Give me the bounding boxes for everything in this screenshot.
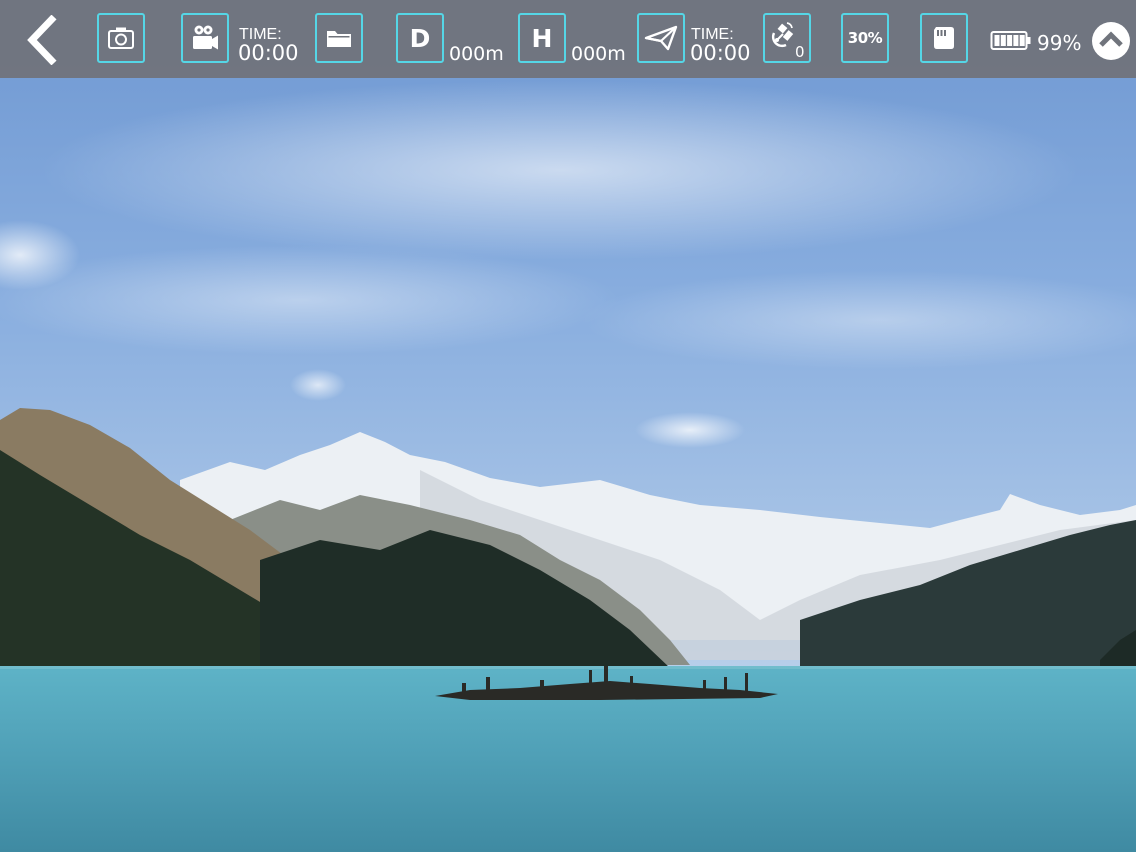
chevron-up-circle-icon [1092,22,1130,60]
zoom-level-button[interactable]: 30% [841,13,889,63]
sd-card-button[interactable] [920,13,968,63]
camera-feed [0,0,1136,852]
battery-cell [1000,35,1006,46]
height-button[interactable]: H [518,13,566,63]
record-time-value: 00:00 [238,41,299,65]
height-value: 000m [571,43,626,65]
distance-button[interactable]: D [396,13,444,63]
flight-mode-button[interactable] [637,13,685,63]
distance-value: 000m [449,43,504,65]
top-toolbar: TIME: 00:00 D 000m H 000m TIME: 00:00 0 … [0,0,1136,78]
sd-card-icon [934,27,954,49]
satellite-count: 0 [795,43,805,61]
height-label: H [531,23,553,53]
distance-label: D [409,23,431,53]
battery-percent: 99% [1037,31,1082,55]
photo-button[interactable] [97,13,145,63]
battery-cell [1013,35,1019,46]
battery-status: 99% [990,28,1085,58]
battery-cell [1007,35,1013,46]
flight-time-value: 00:00 [690,41,751,65]
battery-cell [1019,35,1025,46]
media-library-button[interactable] [315,13,363,63]
video-camera-icon [193,25,218,50]
folder-icon [327,31,351,47]
paper-plane-icon [644,25,678,51]
satellite-status-button[interactable]: 0 [763,13,811,63]
collapse-toolbar-button[interactable] [1091,21,1131,61]
video-record-button[interactable] [181,13,229,63]
battery-fill [994,35,1025,46]
camera-icon [108,27,134,49]
chevron-left-icon [27,15,57,65]
back-button[interactable] [22,14,64,66]
battery-icon [990,31,1031,50]
zoom-level-label: 30% [847,29,883,47]
battery-cell [994,35,1000,46]
